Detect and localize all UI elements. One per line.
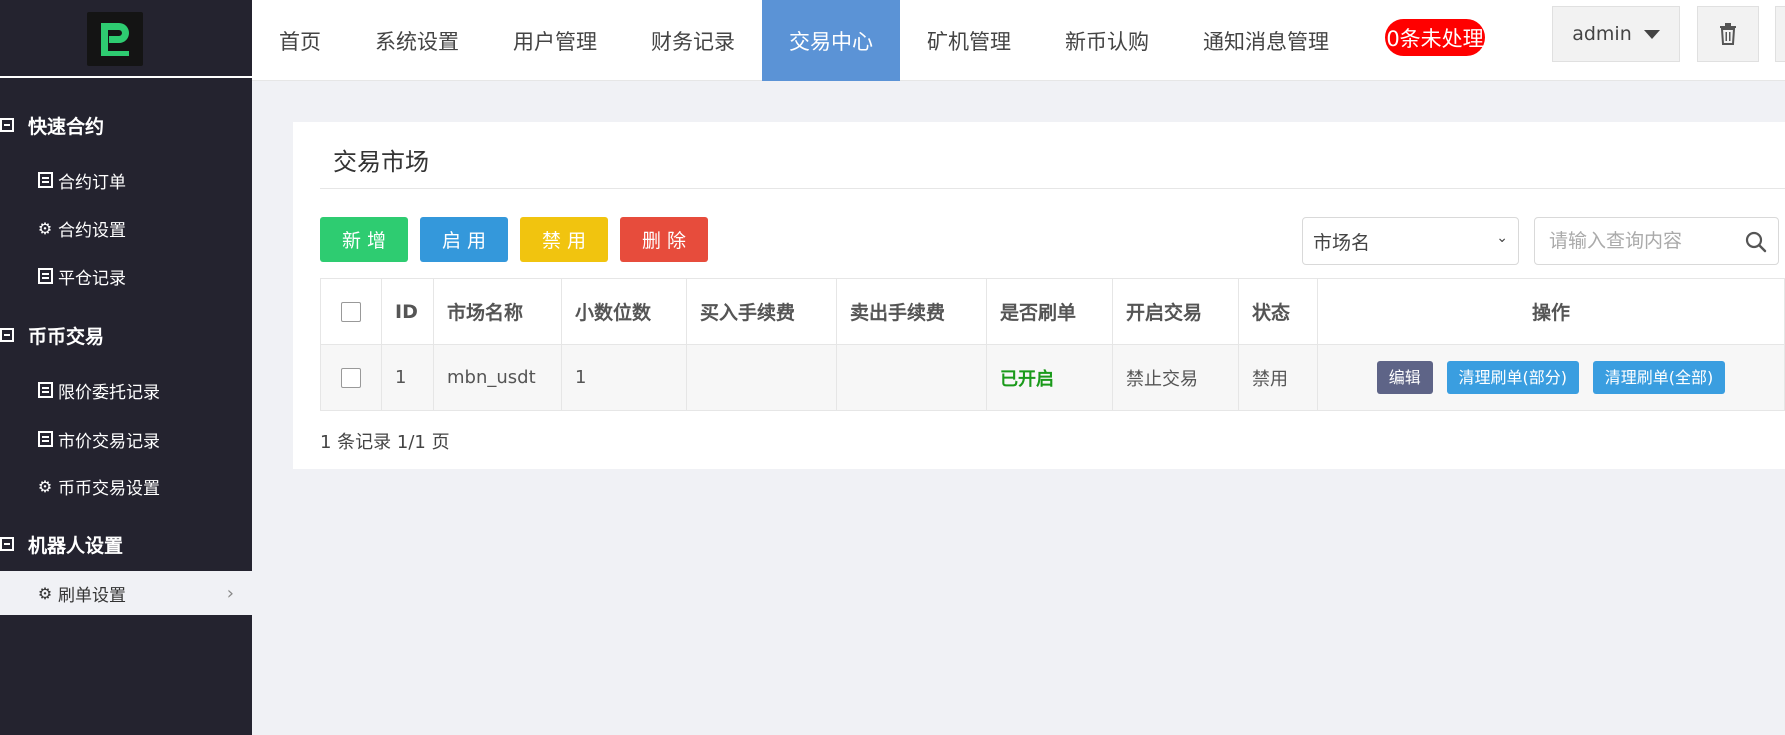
filter-select-value: 市场名 [1313,231,1371,254]
sidebar-group-coin-trade[interactable]: 币币交易 [0,320,104,350]
sidebar-item-contract-orders[interactable]: 合约订单 [0,165,252,195]
sidebar-group-title: 机器人设置 [28,534,124,557]
logo[interactable] [87,12,143,66]
chevron-down-icon: ⌄ [1496,230,1508,246]
list-icon [37,431,53,447]
col-header-actions: 操作 [1317,278,1785,345]
cell-trade-open: 禁止交易 [1112,344,1239,411]
col-header-buy-fee[interactable]: 买入手续费 [686,278,837,345]
sidebar-group-contract[interactable]: 快速合约 [0,110,104,140]
sidebar-item-label: 合约订单 [58,172,126,193]
sidebar-item-label: 限价委托记录 [58,382,160,403]
select-all-cell [320,278,382,345]
caret-down-icon [1643,29,1660,39]
col-header-brush[interactable]: 是否刷单 [986,278,1113,345]
tab-home[interactable]: 首页 [252,0,348,81]
user-menu-button[interactable]: admin [1552,6,1680,62]
filter-select[interactable]: 市场名 ⌄ [1302,217,1519,265]
col-header-id[interactable]: ID [381,278,434,345]
tab-notification-management[interactable]: 通知消息管理 [1176,0,1356,81]
clear-cache-button[interactable] [1697,6,1759,62]
delete-button[interactable]: 删除 [620,217,708,262]
chevron-right-icon: › [226,582,234,604]
logo-icon [101,23,129,56]
sidebar-item-coin-settings[interactable]: ⚙ 币币交易设置 [0,471,252,501]
col-header-decimals[interactable]: 小数位数 [561,278,687,345]
sidebar-group-title: 币币交易 [28,325,105,348]
tab-user-management[interactable]: 用户管理 [486,0,624,81]
list-icon [37,172,53,188]
enable-button[interactable]: 启用 [420,217,508,262]
logo-area [0,0,252,78]
sidebar-item-limit-orders[interactable]: 限价委托记录 [0,375,252,405]
gear-icon: ⚙ [37,218,53,238]
sidebar-item-label: 合约设置 [58,220,126,241]
more-button[interactable] [1775,6,1785,62]
sidebar: 快速合约 合约订单 ⚙ 合约设置 平仓记录 币币交易 限价委托记录 市价交易记录… [0,0,252,735]
market-table: ID 市场名称 小数位数 买入手续费 卖出手续费 是否刷单 开启交易 状态 操作… [320,278,1785,411]
tab-system-settings[interactable]: 系统设置 [348,0,486,81]
sidebar-item-market-records[interactable]: 市价交易记录 [0,424,252,454]
row-checkbox[interactable] [341,368,361,388]
list-icon [37,268,53,284]
gear-icon: ⚙ [37,583,53,603]
cell-status: 禁用 [1238,344,1318,411]
tab-new-coin-subscription[interactable]: 新币认购 [1038,0,1176,81]
pagination-info: 1 条记录 1/1 页 [320,432,450,453]
col-header-status[interactable]: 状态 [1238,278,1318,345]
sidebar-item-label: 市价交易记录 [58,431,160,452]
username: admin [1572,23,1632,45]
tab-trading-center[interactable]: 交易中心 [762,0,900,81]
select-all-checkbox[interactable] [341,302,361,322]
clear-brush-all-button[interactable]: 清理刷单(全部) [1592,361,1726,394]
cell-market-name: mbn_usdt [433,344,562,411]
cell-decimals: 1 [561,344,687,411]
cell-brush: 已开启 [986,344,1113,411]
tab-finance-records[interactable]: 财务记录 [624,0,762,81]
cell-buy-fee [686,344,837,411]
sidebar-item-label: 平仓记录 [58,268,126,289]
col-header-sell-fee[interactable]: 卖出手续费 [836,278,987,345]
search-input[interactable] [1549,230,1729,252]
tab-miner-management[interactable]: 矿机管理 [900,0,1038,81]
edit-button[interactable]: 编辑 [1376,361,1433,394]
top-bar: 首页 系统设置 用户管理 财务记录 交易中心 矿机管理 新币认购 通知消息管理 … [252,0,1785,81]
cell-actions: 编辑 清理刷单(部分) 清理刷单(全部) [1317,344,1785,411]
collapse-icon [0,328,14,342]
sidebar-item-brush-settings[interactable]: ⚙ 刷单设置 › [0,571,252,615]
page-title: 交易市场 [333,148,429,176]
trash-icon [1720,23,1736,45]
table-row: 1 mbn_usdt 1 已开启 禁止交易 禁用 编辑 清理刷单(部分) 清理刷… [320,344,1785,411]
col-header-market-name[interactable]: 市场名称 [433,278,562,345]
collapse-icon [0,118,14,132]
row-select-cell [320,344,382,411]
top-nav: 首页 系统设置 用户管理 财务记录 交易中心 矿机管理 新币认购 通知消息管理 [252,0,1356,81]
list-icon [37,382,53,398]
col-header-trade-open[interactable]: 开启交易 [1112,278,1239,345]
sidebar-group-robot[interactable]: 机器人设置 [0,529,123,559]
gear-icon: ⚙ [37,476,53,496]
sidebar-group-title: 快速合约 [28,115,105,138]
sidebar-item-contract-settings[interactable]: ⚙ 合约设置 [0,213,252,243]
search-box [1534,217,1779,265]
collapse-icon [0,537,14,551]
add-button[interactable]: 新增 [320,217,408,262]
divider [320,188,1785,189]
sidebar-item-label: 币币交易设置 [58,478,160,499]
clear-brush-partial-button[interactable]: 清理刷单(部分) [1446,361,1579,394]
search-icon[interactable] [1744,230,1768,254]
cell-sell-fee [836,344,987,411]
cell-id: 1 [381,344,434,411]
sidebar-item-close-records[interactable]: 平仓记录 [0,261,252,291]
sidebar-item-label: 刷单设置 [58,585,126,606]
notice-badge[interactable]: 0条未处理 [1385,19,1485,56]
main-panel: 交易市场 新增 启用 禁用 删除 市场名 ⌄ ID 市场名称 小数位数 买入手续… [293,122,1785,469]
disable-button[interactable]: 禁用 [520,217,608,262]
table-header-row: ID 市场名称 小数位数 买入手续费 卖出手续费 是否刷单 开启交易 状态 操作 [320,278,1785,345]
